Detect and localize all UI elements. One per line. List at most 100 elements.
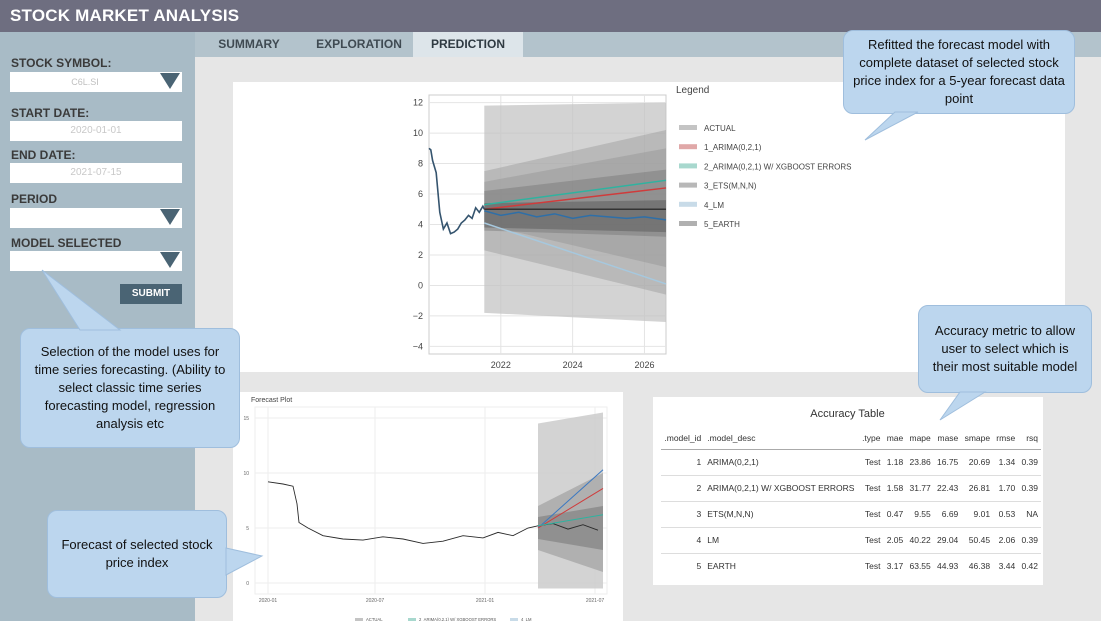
legend-label: 4_LM [521, 617, 532, 621]
table-cell: NA [1018, 501, 1041, 528]
table-cell: 1.70 [993, 475, 1019, 502]
table-header-cell: .type [858, 427, 884, 450]
table-cell: Test [858, 449, 884, 476]
end-date-input[interactable]: 2021-07-15 [10, 163, 182, 183]
chevron-down-icon[interactable] [160, 73, 180, 89]
y-tick-label: 10 [243, 471, 249, 477]
y-tick-label: 15 [243, 416, 249, 422]
stock-symbol-select[interactable]: C6L.SI [10, 72, 182, 92]
app-title: STOCK MARKET ANALYSIS [10, 6, 240, 25]
x-tick-label: 2024 [563, 360, 583, 370]
table-cell: 1.34 [993, 449, 1019, 476]
table-cell: 2 [661, 475, 705, 502]
y-tick-label: −4 [413, 341, 423, 351]
table-cell: 31.77 [906, 475, 934, 502]
table-row: 5 EARTH Test 3.17 63.55 44.93 46.38 3.44 0.42 [661, 553, 1041, 579]
table-header-cell: mase [933, 427, 962, 450]
model-selected-select[interactable] [10, 251, 182, 271]
title-bar: STOCK MARKET ANALYSIS [0, 0, 1101, 32]
table-cell: Test [864, 561, 881, 572]
start-date-label: START DATE: [11, 106, 90, 120]
legend-swatch [679, 144, 697, 150]
table-header-cell: .model_desc [704, 427, 859, 450]
table-header-cell: mae [883, 427, 907, 450]
y-tick-label: 5 [246, 526, 249, 532]
table-cell: 9.01 [961, 501, 994, 528]
legend-label: 3_ETS(M,N,N) [704, 182, 757, 191]
table-header-cell: .model_id [661, 427, 705, 450]
x-tick-label: 2020-07 [366, 598, 385, 604]
legend-label: 1_ARIMA(0,2,1) [704, 143, 762, 152]
table-row: 1 ARIMA(0,2,1) Test 1.18 23.86 16.75 20.69 1.34… [661, 449, 1041, 476]
table-cell: 16.75 [933, 449, 962, 476]
table-cell: ARIMA(0,2,1) [704, 449, 859, 476]
stock-symbol-label: STOCK SYMBOL: [11, 56, 112, 70]
table-cell: 0.39 [1018, 527, 1041, 554]
legend-label: ACTUAL [704, 124, 736, 133]
start-date-input[interactable]: 2020-01-01 [10, 121, 182, 141]
end-date-label: END DATE: [11, 148, 76, 162]
table-cell: 1.58 [883, 475, 907, 502]
forecast-plot-chart[interactable]: Forecast Plot 0 5 10 15 2020-01 2020-07 2021-01… [233, 392, 623, 621]
forecast-plot-panel: Forecast Plot 0 5 10 15 2020-01 2020-07 2021-01… [233, 392, 623, 621]
x-tick-label: 2021-07 [586, 598, 605, 604]
table-header-cell: mape [906, 427, 934, 450]
legend-label: 4_LM [704, 201, 724, 210]
table-cell: Test [858, 501, 884, 528]
period-select[interactable] [10, 208, 182, 228]
table-cell: 9.55 [906, 501, 934, 528]
chart-title: Forecast Plot [251, 397, 292, 404]
y-tick-label: −2 [413, 311, 423, 321]
submit-button[interactable]: SUBMIT [120, 284, 182, 304]
table-cell: EARTH [707, 561, 736, 572]
y-tick-label: 2 [418, 250, 423, 260]
tab-prediction[interactable]: PREDICTION [413, 32, 523, 57]
accuracy-table-title: Accuracy Table [810, 408, 885, 420]
table-cell: 46.38 [968, 561, 991, 572]
legend-label: 2_ARIMA(0,2,1) W/ XGBOOST ERRORS [419, 617, 496, 621]
refit-callout: Refitted the forecast model with complet… [843, 30, 1075, 114]
legend-label: 5_EARTH [704, 220, 740, 229]
x-tick-label: 2021-01 [476, 598, 495, 604]
forecast-callout: Forecast of selected stock price index [47, 510, 227, 598]
table-cell: 29.04 [933, 527, 962, 554]
legend-swatch [679, 221, 697, 226]
table-cell: 26.81 [961, 475, 994, 502]
accuracy-table-panel: Accuracy Table .model_id .model_desc .type… [653, 397, 1043, 585]
table-row: 3 ETS(M,N,N) Test 0.47 9.55 6.69 9.01 0.53 NA [661, 501, 1041, 528]
y-tick-label: 8 [418, 159, 423, 169]
table-cell: 40.22 [906, 527, 934, 554]
y-tick-label: 12 [413, 98, 423, 108]
model-selected-label: MODEL SELECTED [11, 236, 122, 250]
table-cell: Test [858, 527, 884, 554]
model-selection-callout: Selection of the model uses for time ser… [20, 328, 240, 448]
table-cell: 1 [661, 449, 705, 476]
legend-title: Legend [676, 85, 709, 96]
legend-label: ACTUAL [366, 617, 383, 621]
table-row: 2 ARIMA(0,2,1) W/ XGBOOST ERRORS Test 1.58 3… [661, 475, 1041, 502]
table-header-row: .model_id .model_desc .type mae mape mase smap… [661, 427, 1041, 450]
tab-exploration[interactable]: EXPLORATION [307, 32, 411, 57]
y-tick-label: 6 [418, 189, 423, 199]
y-tick-label: 0 [246, 581, 249, 587]
table-header-cell: rmse [993, 427, 1019, 450]
table-cell: LM [704, 527, 859, 554]
chevron-down-icon[interactable] [160, 209, 180, 225]
legend-swatch [679, 182, 697, 188]
period-label: PERIOD [11, 192, 58, 206]
x-tick-label: 2026 [634, 360, 654, 370]
chevron-down-icon[interactable] [160, 252, 180, 268]
table-row: 4 LM Test 2.05 40.22 29.04 50.45 2.06 0.39 [661, 527, 1041, 554]
table-cell: 4 [661, 527, 705, 554]
table-cell: 44.93 [937, 561, 959, 572]
x-tick-label: 2020-01 [259, 598, 278, 604]
table-cell: 0.47 [883, 501, 907, 528]
table-cell: 0.42 [1021, 561, 1038, 572]
tab-summary[interactable]: SUMMARY [205, 32, 293, 57]
table-cell: 3.17 [886, 561, 904, 572]
legend-swatch [679, 125, 697, 130]
table-cell: 0.39 [1018, 475, 1041, 502]
stock-symbol-value: C6L.SI [71, 77, 99, 87]
table-cell: 63.55 [909, 561, 931, 572]
table-cell: 6.69 [933, 501, 962, 528]
